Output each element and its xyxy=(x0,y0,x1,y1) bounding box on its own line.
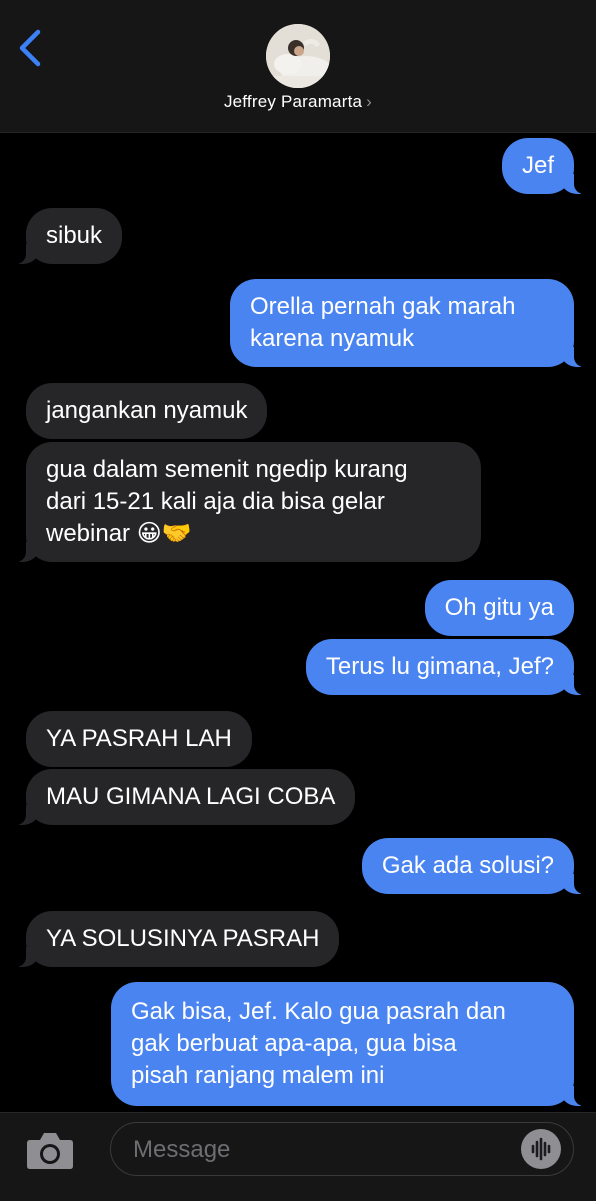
message-bubble-outgoing[interactable]: Jef xyxy=(501,138,596,194)
message-bubble-incoming[interactable]: jangankan nyamuk xyxy=(26,383,268,439)
message-line: Orella pernah gak marah xyxy=(250,293,516,320)
message-bubble-incoming[interactable]: MAU GIMANA LAGI COBA xyxy=(0,769,356,825)
message-text: jangankan nyamuk xyxy=(46,397,248,424)
message-text: MAU GIMANA LAGI COBA xyxy=(46,783,336,810)
message-bubble-outgoing[interactable]: Oh gitu ya xyxy=(424,580,574,636)
message-line: dari 15-21 kali aja dia bisa gelar xyxy=(46,488,385,515)
message-bubble-incoming[interactable]: gua dalam semenit ngedip kurang dari 15-… xyxy=(0,442,481,562)
message-line: webinar xyxy=(46,520,131,547)
message-bubble-outgoing[interactable]: Terus lu gimana, Jef? xyxy=(305,639,596,695)
message-input-field[interactable] xyxy=(110,1122,574,1176)
camera-button[interactable] xyxy=(24,1128,76,1172)
message-text: YA SOLUSINYA PASRAH xyxy=(46,925,320,952)
grinning-handshake-emoji: 😀🤝 xyxy=(136,520,192,547)
message-text: Jef xyxy=(521,152,554,179)
message-line: pisah ranjang malem ini xyxy=(131,1062,385,1089)
message-text: sibuk xyxy=(46,222,103,249)
message-bubble-outgoing[interactable]: Gak bisa, Jef. Kalo gua pasrah dan gak b… xyxy=(111,982,596,1106)
message-line: gua dalam semenit ngedip kurang xyxy=(46,456,408,483)
message-bubble-outgoing[interactable]: Gak ada solusi? xyxy=(361,838,596,894)
message-line: gak berbuat apa-apa, gua bisa xyxy=(131,1030,457,1057)
message-thread: Jef sibuk Orella pernah gak marah karena… xyxy=(0,0,596,1200)
message-bubble-incoming[interactable]: YA SOLUSINYA PASRAH xyxy=(0,911,340,967)
message-text: Terus lu gimana, Jef? xyxy=(325,653,554,680)
message-bubble-outgoing[interactable]: Orella pernah gak marah karena nyamuk xyxy=(230,279,596,367)
message-input[interactable] xyxy=(131,1133,515,1167)
camera-icon xyxy=(27,1133,73,1169)
message-line: karena nyamuk xyxy=(250,325,415,352)
message-text: Oh gitu ya xyxy=(444,594,554,621)
message-bubble-incoming[interactable]: sibuk xyxy=(0,208,123,264)
audio-record-button[interactable] xyxy=(521,1129,561,1169)
message-text: Gak ada solusi? xyxy=(381,852,554,879)
message-line: Gak bisa, Jef. Kalo gua pasrah dan xyxy=(131,998,506,1025)
message-bubble-incoming[interactable]: YA PASRAH LAH xyxy=(26,711,252,767)
message-text: YA PASRAH LAH xyxy=(46,725,232,752)
audio-waveform-icon xyxy=(531,1137,551,1161)
